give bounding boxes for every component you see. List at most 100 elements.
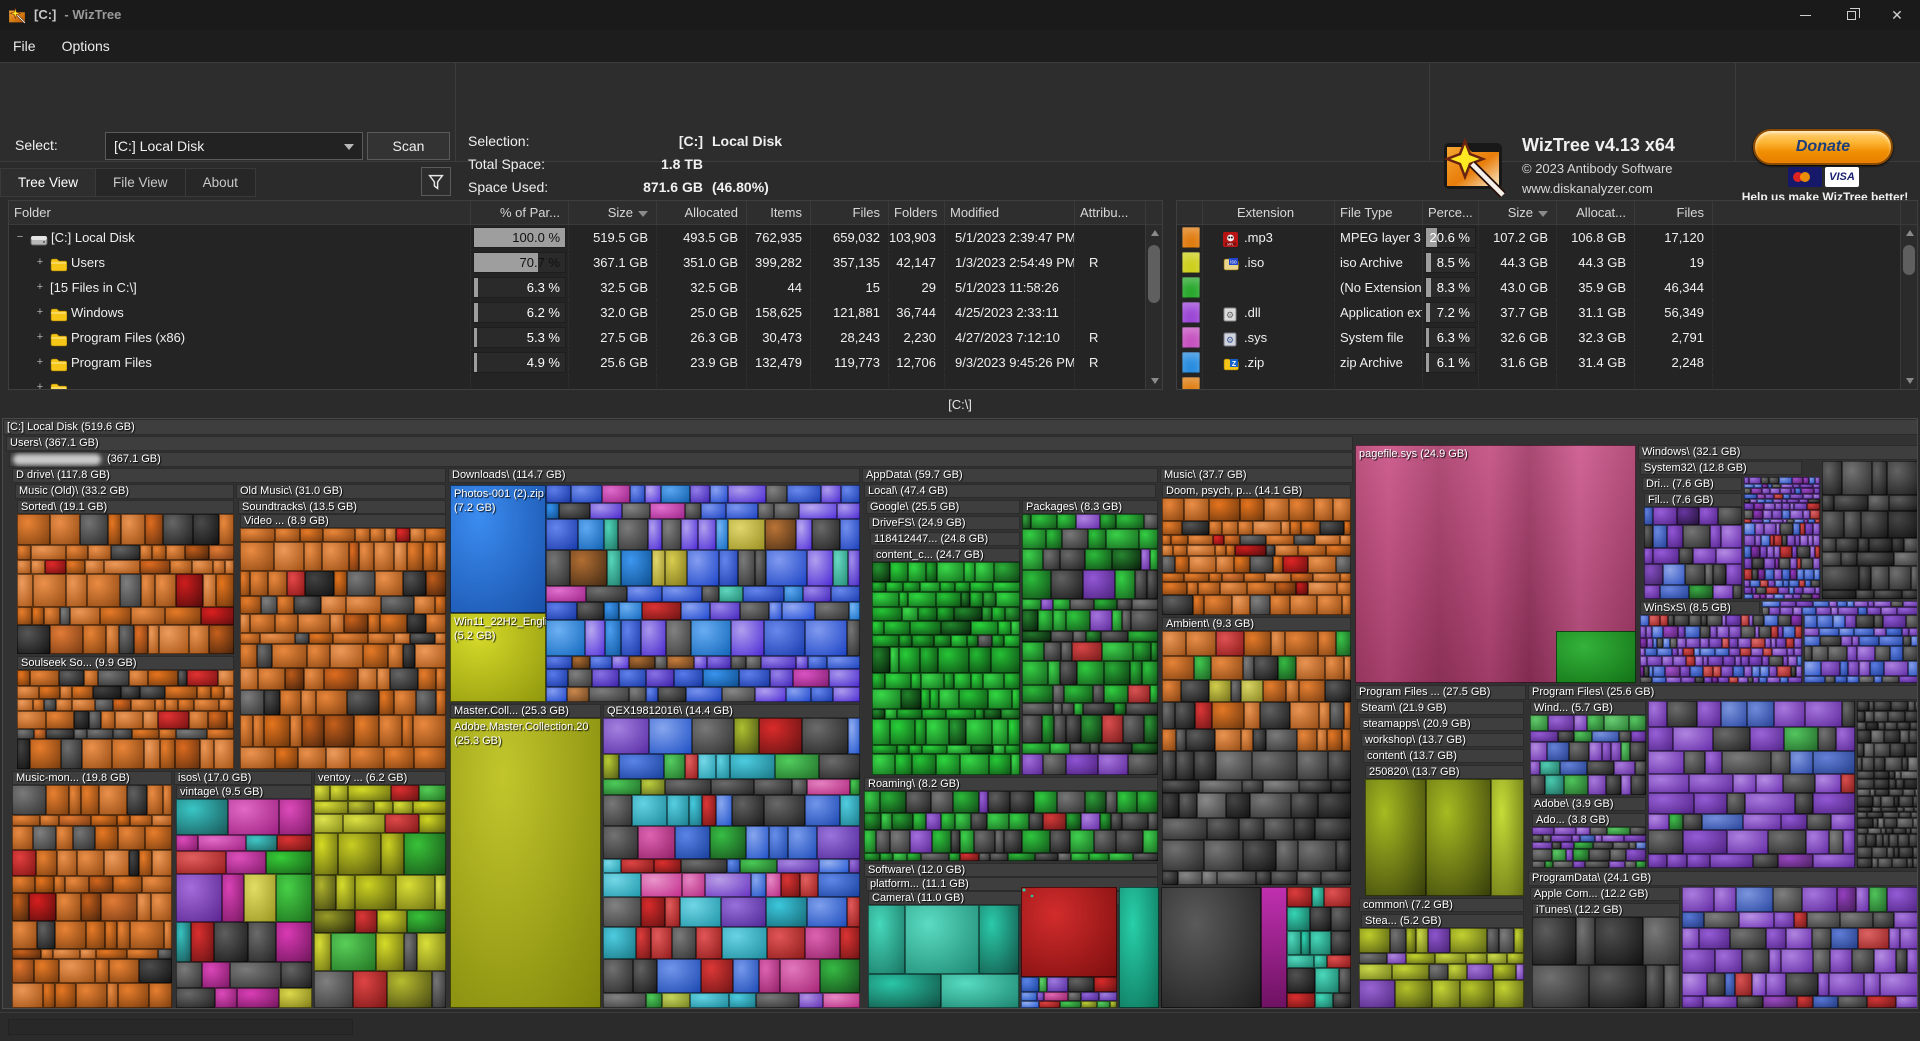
extension-row[interactable]: Z.zipzip Archive6.1 %31.6 GB31.4 GB2,248 — [1177, 350, 1917, 375]
treemap-label[interactable]: Windows\ (32.1 GB) — [1638, 445, 1918, 460]
minimize-button[interactable] — [1782, 0, 1828, 30]
treemap-label[interactable]: (367.1 GB) — [9, 452, 1353, 467]
extension-row[interactable]: (No Extension)8.3 %43.0 GB35.9 GB46,344 — [1177, 275, 1917, 300]
tree-expander[interactable]: + — [35, 300, 45, 325]
drive-dropdown[interactable]: [C:] Local Disk — [105, 132, 363, 160]
treemap-label[interactable]: Ado... (3.8 GB) — [1532, 813, 1646, 827]
treemap-label[interactable]: Packages\ (8.3 GB) — [1022, 500, 1158, 514]
treemap-label[interactable]: 250820\ (13.7 GB) — [1365, 765, 1524, 779]
folder-row[interactable]: +Program Files4.9 %25.6 GB23.9 GB132,479… — [9, 350, 1162, 375]
treemap-mosaic[interactable] — [864, 791, 1158, 861]
tree-expander[interactable]: + — [35, 275, 45, 300]
treemap-label[interactable]: Soulseek So... (9.9 GB) — [17, 656, 234, 670]
treemap-label[interactable]: Old Music\ (31.0 GB) — [236, 484, 446, 499]
column-header[interactable]: Size — [569, 201, 657, 224]
extension-row[interactable]: iso.isoiso Archive8.5 %44.3 GB44.3 GB19 — [1177, 250, 1917, 275]
treemap-mosaic[interactable] — [1532, 827, 1646, 868]
scroll-up-arrow[interactable] — [1901, 225, 1918, 241]
treemap-mosaic[interactable] — [176, 799, 312, 1008]
tree-expander[interactable]: + — [35, 375, 45, 390]
treemap-mosaic[interactable] — [1162, 751, 1351, 885]
treemap-label[interactable]: ProgramData\ (24.1 GB) — [1528, 871, 1918, 886]
treemap-label[interactable]: QEX19812016\ (14.4 GB) — [603, 704, 860, 718]
tree-expander[interactable]: + — [35, 250, 45, 275]
treemap-label[interactable]: content_c... (24.7 GB) — [872, 548, 1020, 562]
treemap-label[interactable]: System32\ (12.8 GB) — [1640, 461, 1802, 475]
tree-expander[interactable]: − — [15, 225, 25, 250]
scroll-down-arrow[interactable] — [1901, 373, 1918, 389]
treemap-label[interactable]: Doom, psych, p... (14.1 GB) — [1162, 484, 1351, 498]
column-header[interactable]: Files — [811, 201, 889, 224]
treemap-block[interactable]: Win11_22H2_Englis(5.2 GB) — [450, 613, 546, 702]
treemap-mosaic[interactable] — [314, 785, 446, 1008]
treemap-mosaic[interactable] — [1644, 507, 1742, 599]
treemap-label[interactable]: Video ... (8.9 GB) — [240, 514, 446, 528]
extension-row[interactable]: MPL.mp3MPEG layer 320.6 %107.2 GB106.8 G… — [1177, 225, 1917, 250]
column-header[interactable] — [1713, 201, 1901, 224]
treemap-mosaic[interactable] — [1287, 887, 1351, 1008]
scan-button[interactable]: Scan — [367, 132, 450, 160]
treemap-label[interactable]: vintage\ (9.5 GB) — [176, 785, 312, 799]
treemap-label[interactable]: workshop\ (13.7 GB) — [1361, 733, 1524, 747]
column-header[interactable]: Perce... — [1423, 201, 1479, 224]
folder-row[interactable]: +Program Files (x86)5.3 %27.5 GB26.3 GB3… — [9, 325, 1162, 350]
folder-row[interactable]: +Windows6.2 %32.0 GB25.0 GB158,625121,88… — [9, 300, 1162, 325]
column-header[interactable]: Items — [747, 201, 811, 224]
scroll-down-arrow[interactable] — [1146, 373, 1163, 389]
treemap-label[interactable]: Music (Old)\ (33.2 GB) — [15, 484, 234, 499]
treemap-label[interactable]: Program Files\ (25.6 GB) — [1528, 685, 1918, 700]
treemap-label[interactable]: isos\ (17.0 GB) — [174, 771, 312, 785]
website-link[interactable]: www.diskanalyzer.com — [1522, 181, 1675, 196]
extension-row[interactable]: ⚙.sysSystem file6.3 %32.6 GB32.3 GB2,791 — [1177, 325, 1917, 350]
treemap-label[interactable]: Roaming\ (8.2 GB) — [864, 777, 1158, 791]
treemap-mosaic[interactable] — [1162, 631, 1351, 751]
treemap-mosaic[interactable] — [1804, 615, 1918, 683]
treemap-label[interactable]: Soundtracks\ (13.5 GB) — [238, 500, 446, 514]
treemap-mosaic[interactable] — [12, 785, 172, 1008]
scrollbar-thumb[interactable] — [1903, 245, 1915, 275]
column-header[interactable]: Files — [1635, 201, 1713, 224]
treemap-label[interactable]: AppData\ (59.7 GB) — [862, 468, 1158, 483]
treemap-mosaic[interactable] — [1022, 514, 1158, 775]
column-header[interactable]: File Type — [1335, 201, 1423, 224]
scroll-up-arrow[interactable] — [1146, 225, 1163, 241]
treemap-mosaic[interactable] — [1762, 601, 1918, 615]
treemap-mosaic[interactable] — [1365, 779, 1524, 896]
column-header[interactable]: Attribu... — [1075, 201, 1146, 224]
treemap-block[interactable] — [1119, 887, 1159, 1008]
column-header[interactable]: Folder — [9, 201, 471, 224]
extension-row[interactable]: ⚙.dllApplication extension7.2 %37.7 GB31… — [1177, 300, 1917, 325]
treemap-label[interactable]: content\ (13.7 GB) — [1363, 749, 1524, 763]
donate-button[interactable]: Donate — [1753, 129, 1893, 165]
treemap-label[interactable]: WinSxS\ (8.5 GB) — [1640, 601, 1760, 615]
maximize-button[interactable] — [1828, 0, 1874, 30]
vertical-scrollbar[interactable] — [1900, 225, 1917, 389]
treemap-label[interactable]: Local\ (47.4 GB) — [864, 484, 1156, 498]
treemap-label[interactable]: common\ (7.2 GB) — [1359, 898, 1524, 912]
column-header[interactable]: Modified — [945, 201, 1075, 224]
treemap-label[interactable]: iTunes\ (12.2 GB) — [1532, 903, 1680, 917]
treemap-mosaic[interactable] — [546, 485, 860, 702]
treemap-label[interactable]: steamapps\ (20.9 GB) — [1359, 717, 1524, 731]
treemap[interactable]: [C:] Local Disk (519.6 GB)Users\ (367.1 … — [2, 418, 1918, 1009]
treemap-label[interactable]: Google\ (25.5 GB) — [866, 500, 1020, 514]
tab-file-view[interactable]: File View — [96, 168, 186, 197]
treemap-mosaic[interactable] — [1532, 917, 1680, 1008]
scrollbar-thumb[interactable] — [1148, 245, 1160, 303]
treemap-mosaic[interactable] — [1682, 887, 1918, 1008]
column-header[interactable]: Folders — [889, 201, 945, 224]
treemap-block[interactable] — [1021, 887, 1117, 977]
treemap-block[interactable]: Photos-001 (2).zip(7.2 GB) — [450, 485, 546, 613]
treemap-label[interactable]: 118412447... (24.8 GB) — [870, 532, 1020, 546]
treemap-mosaic[interactable] — [868, 905, 1019, 1008]
folder-row[interactable]: + — [9, 375, 1162, 390]
treemap-block[interactable] — [1556, 631, 1636, 683]
treemap-mosaic[interactable] — [17, 514, 234, 654]
treemap-label[interactable]: Apple Com... (12.2 GB) — [1530, 887, 1680, 901]
extension-row[interactable] — [1177, 375, 1917, 390]
treemap-block[interactable] — [1161, 887, 1261, 1008]
treemap-mosaic[interactable] — [1822, 461, 1918, 599]
treemap-label[interactable]: Adobe\ (3.9 GB) — [1530, 797, 1646, 811]
treemap-mosaic[interactable] — [1162, 498, 1351, 615]
treemap-mosaic[interactable] — [1359, 928, 1524, 1008]
